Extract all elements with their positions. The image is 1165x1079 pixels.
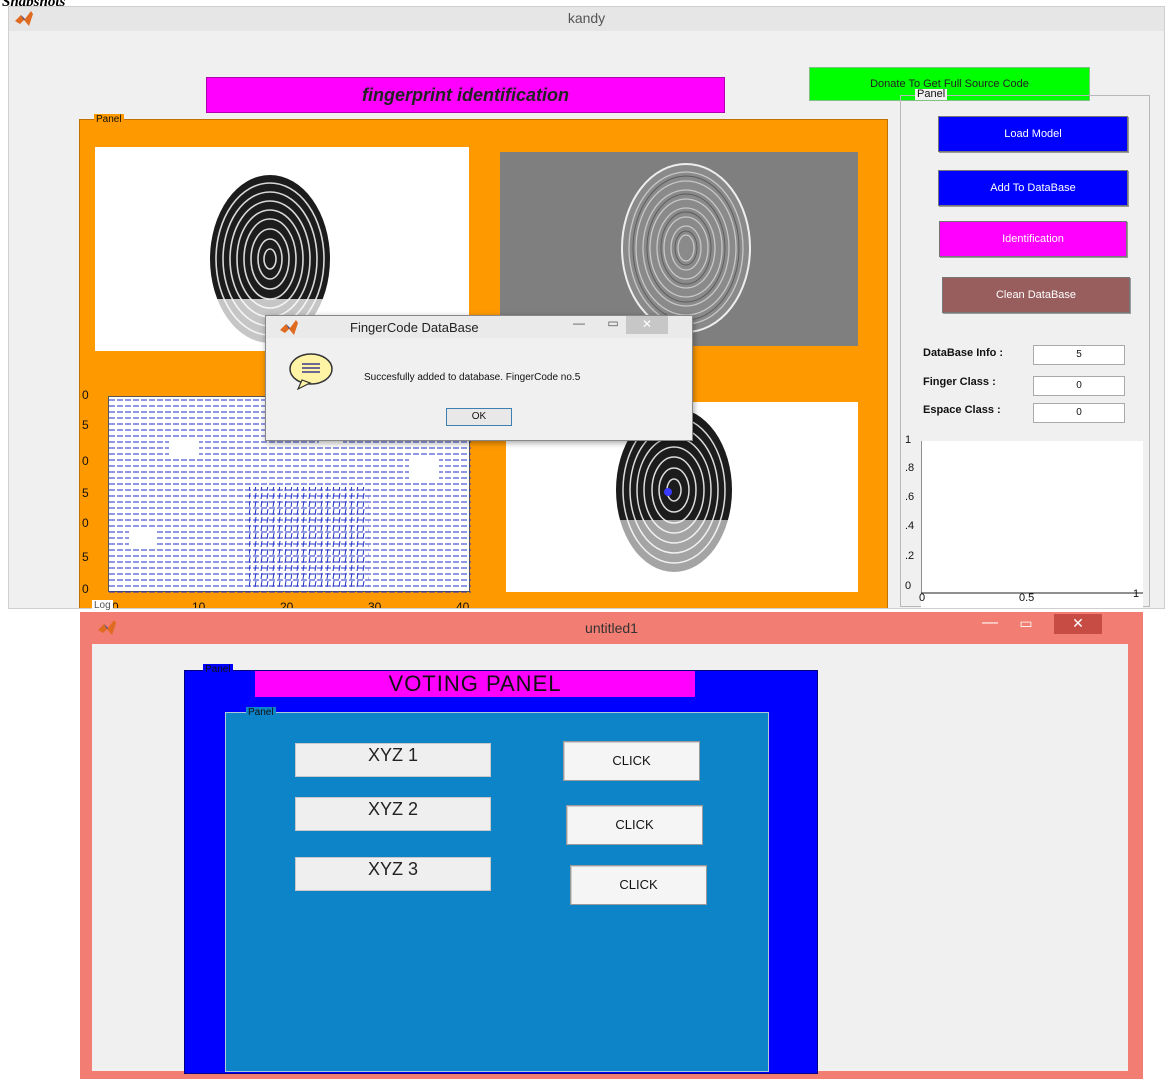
close-icon[interactable]: ✕ — [1054, 614, 1102, 634]
ok-button[interactable]: OK — [446, 408, 512, 426]
result-x-tick: 0.5 — [1019, 592, 1035, 604]
orientation-x-tick: 10 — [192, 600, 206, 609]
main-window-title: kandy — [567, 10, 606, 26]
voting-window-titlebar[interactable]: untitled1 — ▭ ✕ — [80, 612, 1143, 644]
result-y-tick: .2 — [905, 550, 915, 562]
dialog-titlebar[interactable]: FingerCode DataBase — ▭ ✕ — [266, 316, 692, 338]
finger-class-field[interactable]: 0 — [1033, 376, 1125, 396]
add-to-database-button[interactable]: Add To DataBase — [938, 170, 1128, 206]
fingercode-dialog: FingerCode DataBase — ▭ ✕ Succesfully ad… — [265, 315, 693, 441]
result-y-tick: 0 — [905, 580, 912, 592]
candidate-1-label: XYZ 1 — [295, 743, 491, 777]
result-x-tick: 1 — [1133, 588, 1140, 600]
close-icon[interactable]: ✕ — [626, 316, 668, 334]
orientation-y-tick: 5 — [82, 418, 89, 432]
maximize-icon[interactable]: ▭ — [600, 316, 626, 334]
main-window-body: fingerprint identification Donate To Get… — [9, 31, 1164, 609]
orientation-y-tick: 0 — [82, 516, 89, 530]
outer-panel-label: Panel — [203, 664, 233, 675]
voting-window-body: Panel VOTING PANEL Panel XYZ 1 XYZ 2 XYZ… — [92, 644, 1128, 1074]
voting-inner-panel: Panel XYZ 1 XYZ 2 XYZ 3 CLICK CLICK CLIC… — [225, 707, 769, 1072]
orientation-y-tick: 0 — [82, 582, 89, 596]
help-dialog-icon — [288, 352, 334, 391]
orientation-y-tick: 0 — [82, 388, 89, 402]
result-y-tick: 1 — [905, 434, 912, 446]
voting-heading: VOTING PANEL — [255, 671, 695, 697]
vote-button-3[interactable]: CLICK — [570, 865, 707, 905]
minimize-icon[interactable]: — — [566, 316, 592, 334]
vote-button-2[interactable]: CLICK — [566, 805, 703, 845]
minimize-icon[interactable]: — — [976, 614, 1004, 636]
log-label: Log — [92, 600, 113, 612]
finger-class-label: Finger Class : — [923, 376, 996, 388]
orientation-y-tick: 5 — [82, 486, 89, 500]
result-axes — [921, 441, 1143, 608]
database-info-field[interactable]: 5 — [1033, 345, 1125, 365]
control-panel: Panel Load Model Add To DataBase Identif… — [900, 89, 1150, 608]
orientation-x-tick: 20 — [280, 600, 294, 609]
candidate-2-label: XYZ 2 — [295, 797, 491, 831]
load-model-button[interactable]: Load Model — [938, 116, 1128, 152]
control-panel-label: Panel — [915, 88, 948, 100]
result-y-tick: .8 — [905, 462, 915, 474]
orientation-y-tick: 5 — [82, 550, 89, 564]
inner-panel-label: Panel — [246, 707, 276, 718]
clean-database-button[interactable]: Clean DataBase — [942, 277, 1130, 313]
result-y-tick: .6 — [905, 491, 915, 503]
orientation-x-tick: 40 — [456, 600, 470, 609]
database-info-label: DataBase Info : — [923, 347, 1004, 359]
orientation-y-tick: 0 — [82, 454, 89, 468]
espace-class-label: Espace Class : — [923, 404, 1001, 416]
voting-outer-panel: Panel VOTING PANEL Panel XYZ 1 XYZ 2 XYZ… — [184, 664, 818, 1074]
image-panel-label: Panel — [94, 114, 124, 125]
dialog-title: FingerCode DataBase — [350, 320, 479, 335]
result-x-tick: 0 — [919, 592, 926, 604]
vote-button-1[interactable]: CLICK — [563, 741, 700, 781]
dialog-message: Succesfully added to database. FingerCod… — [364, 372, 581, 383]
candidate-3-label: XYZ 3 — [295, 857, 491, 891]
voting-window: untitled1 — ▭ ✕ Panel VOTING PANEL Panel… — [80, 612, 1143, 1079]
app-heading: fingerprint identification — [206, 77, 725, 113]
result-y-tick: .4 — [905, 520, 915, 532]
main-window: kandy fingerprint identification Donate … — [8, 6, 1165, 609]
main-window-titlebar[interactable]: kandy — [9, 7, 1164, 31]
maximize-icon[interactable]: ▭ — [1012, 614, 1040, 636]
matlab-icon — [280, 320, 298, 335]
identification-button[interactable]: Identification — [939, 221, 1127, 257]
espace-class-field[interactable]: 0 — [1033, 403, 1125, 423]
result-axes-frame — [921, 441, 1143, 594]
orientation-x-tick: 30 — [368, 600, 382, 609]
orientation-x-tick: 0 — [112, 600, 119, 609]
